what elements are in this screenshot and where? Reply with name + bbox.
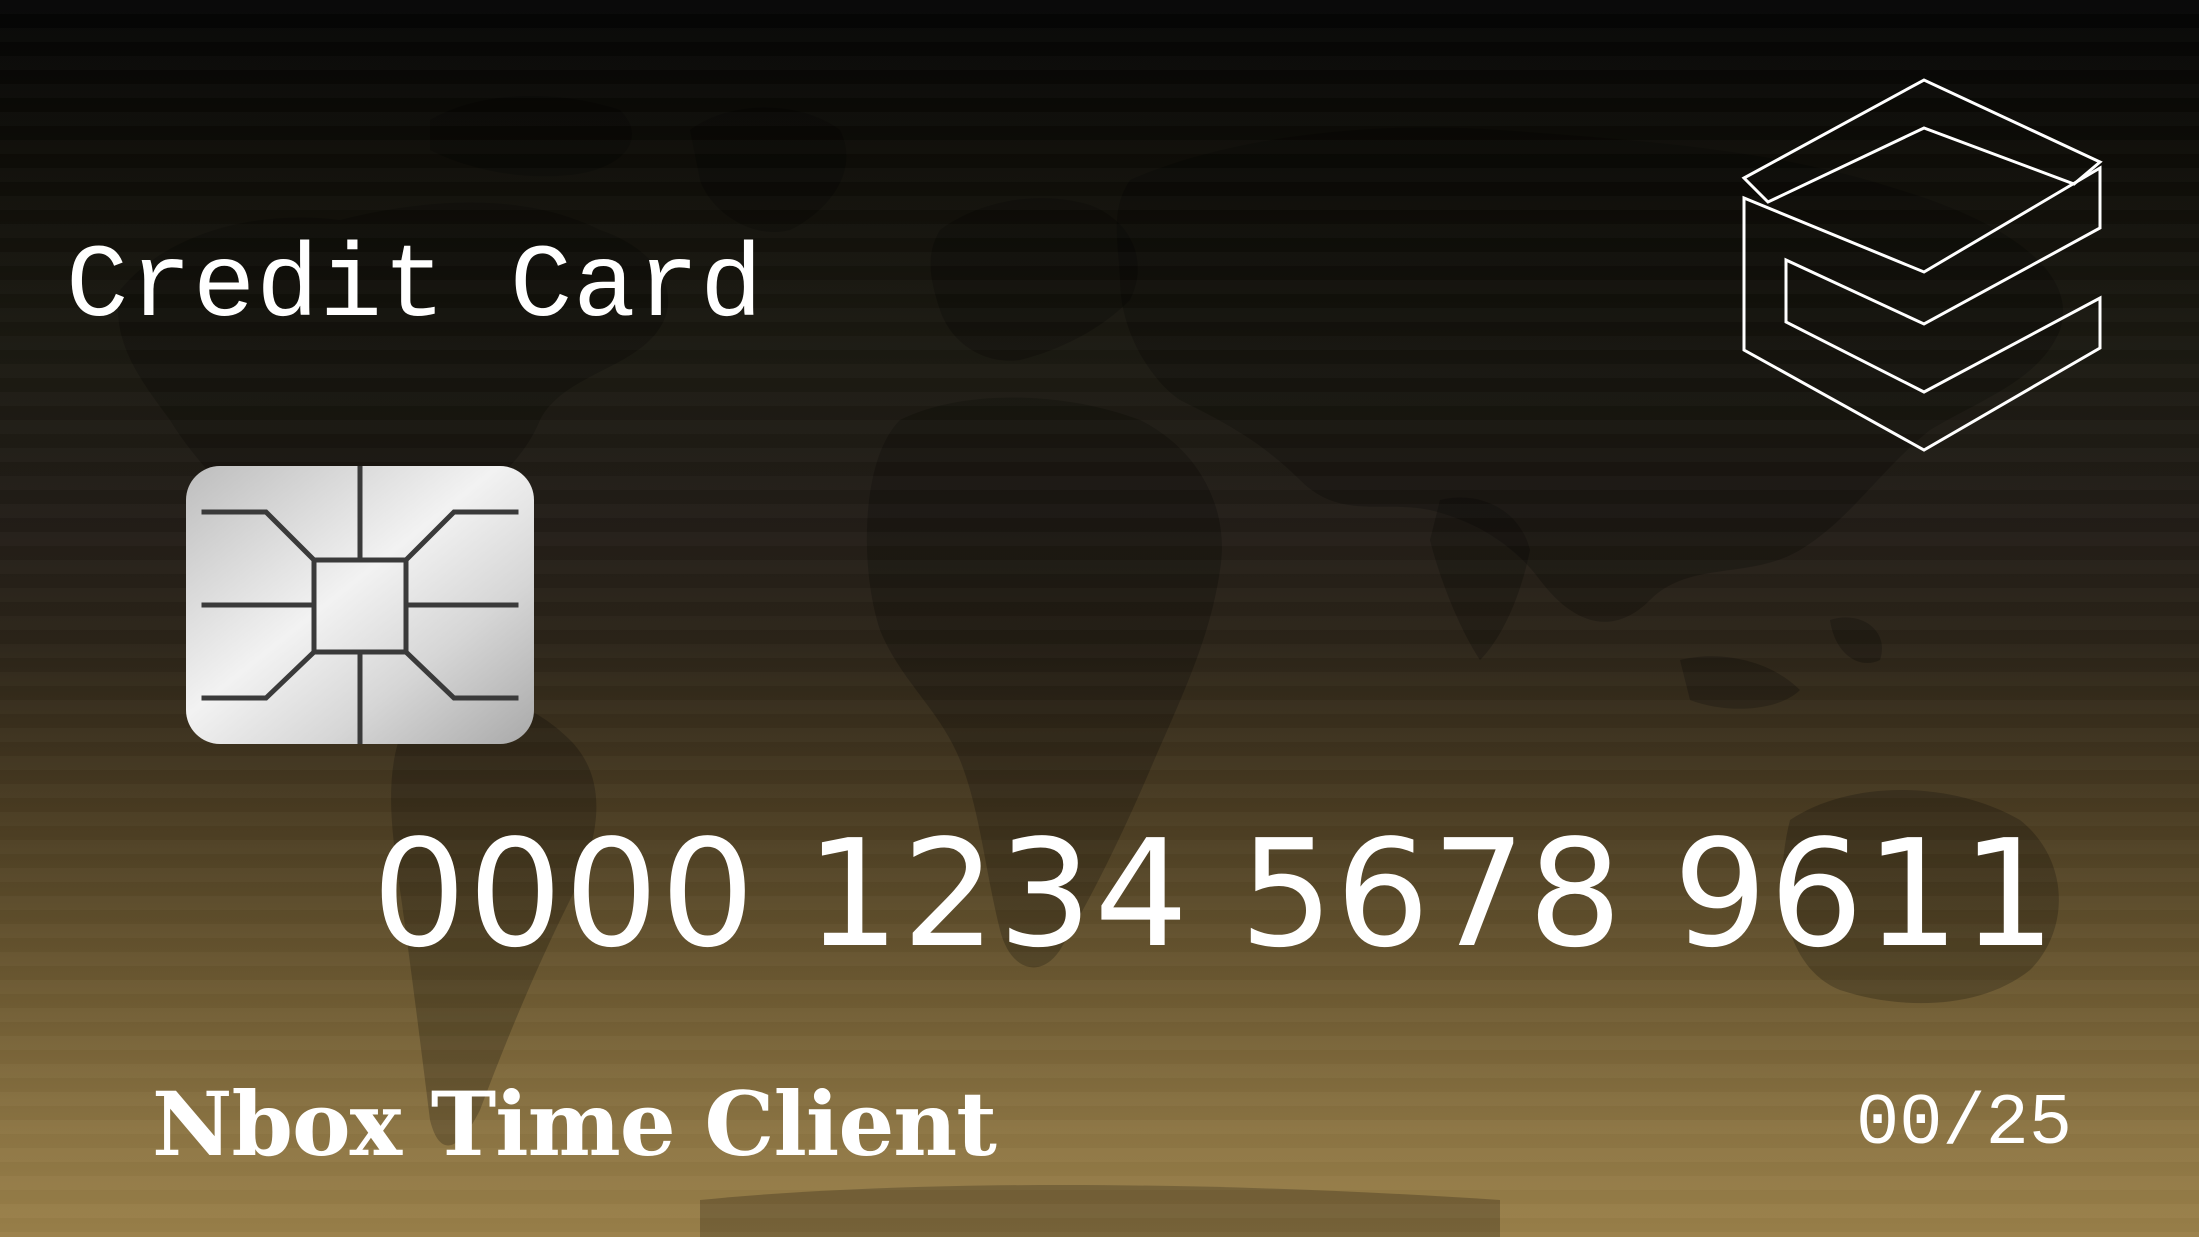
cardholder-name: Nbox Time Client (152, 1072, 997, 1176)
brand-logo-icon (1741, 78, 2103, 452)
card-number: 0000 1234 5678 9611 (372, 808, 2058, 980)
credit-card: Credit Card 0000 1234 5678 9611 Nbox Tim… (0, 0, 2199, 1237)
emv-chip-icon (186, 466, 534, 744)
expiry-date: 00/25 (1856, 1083, 2073, 1165)
card-title: Credit Card (66, 229, 764, 347)
